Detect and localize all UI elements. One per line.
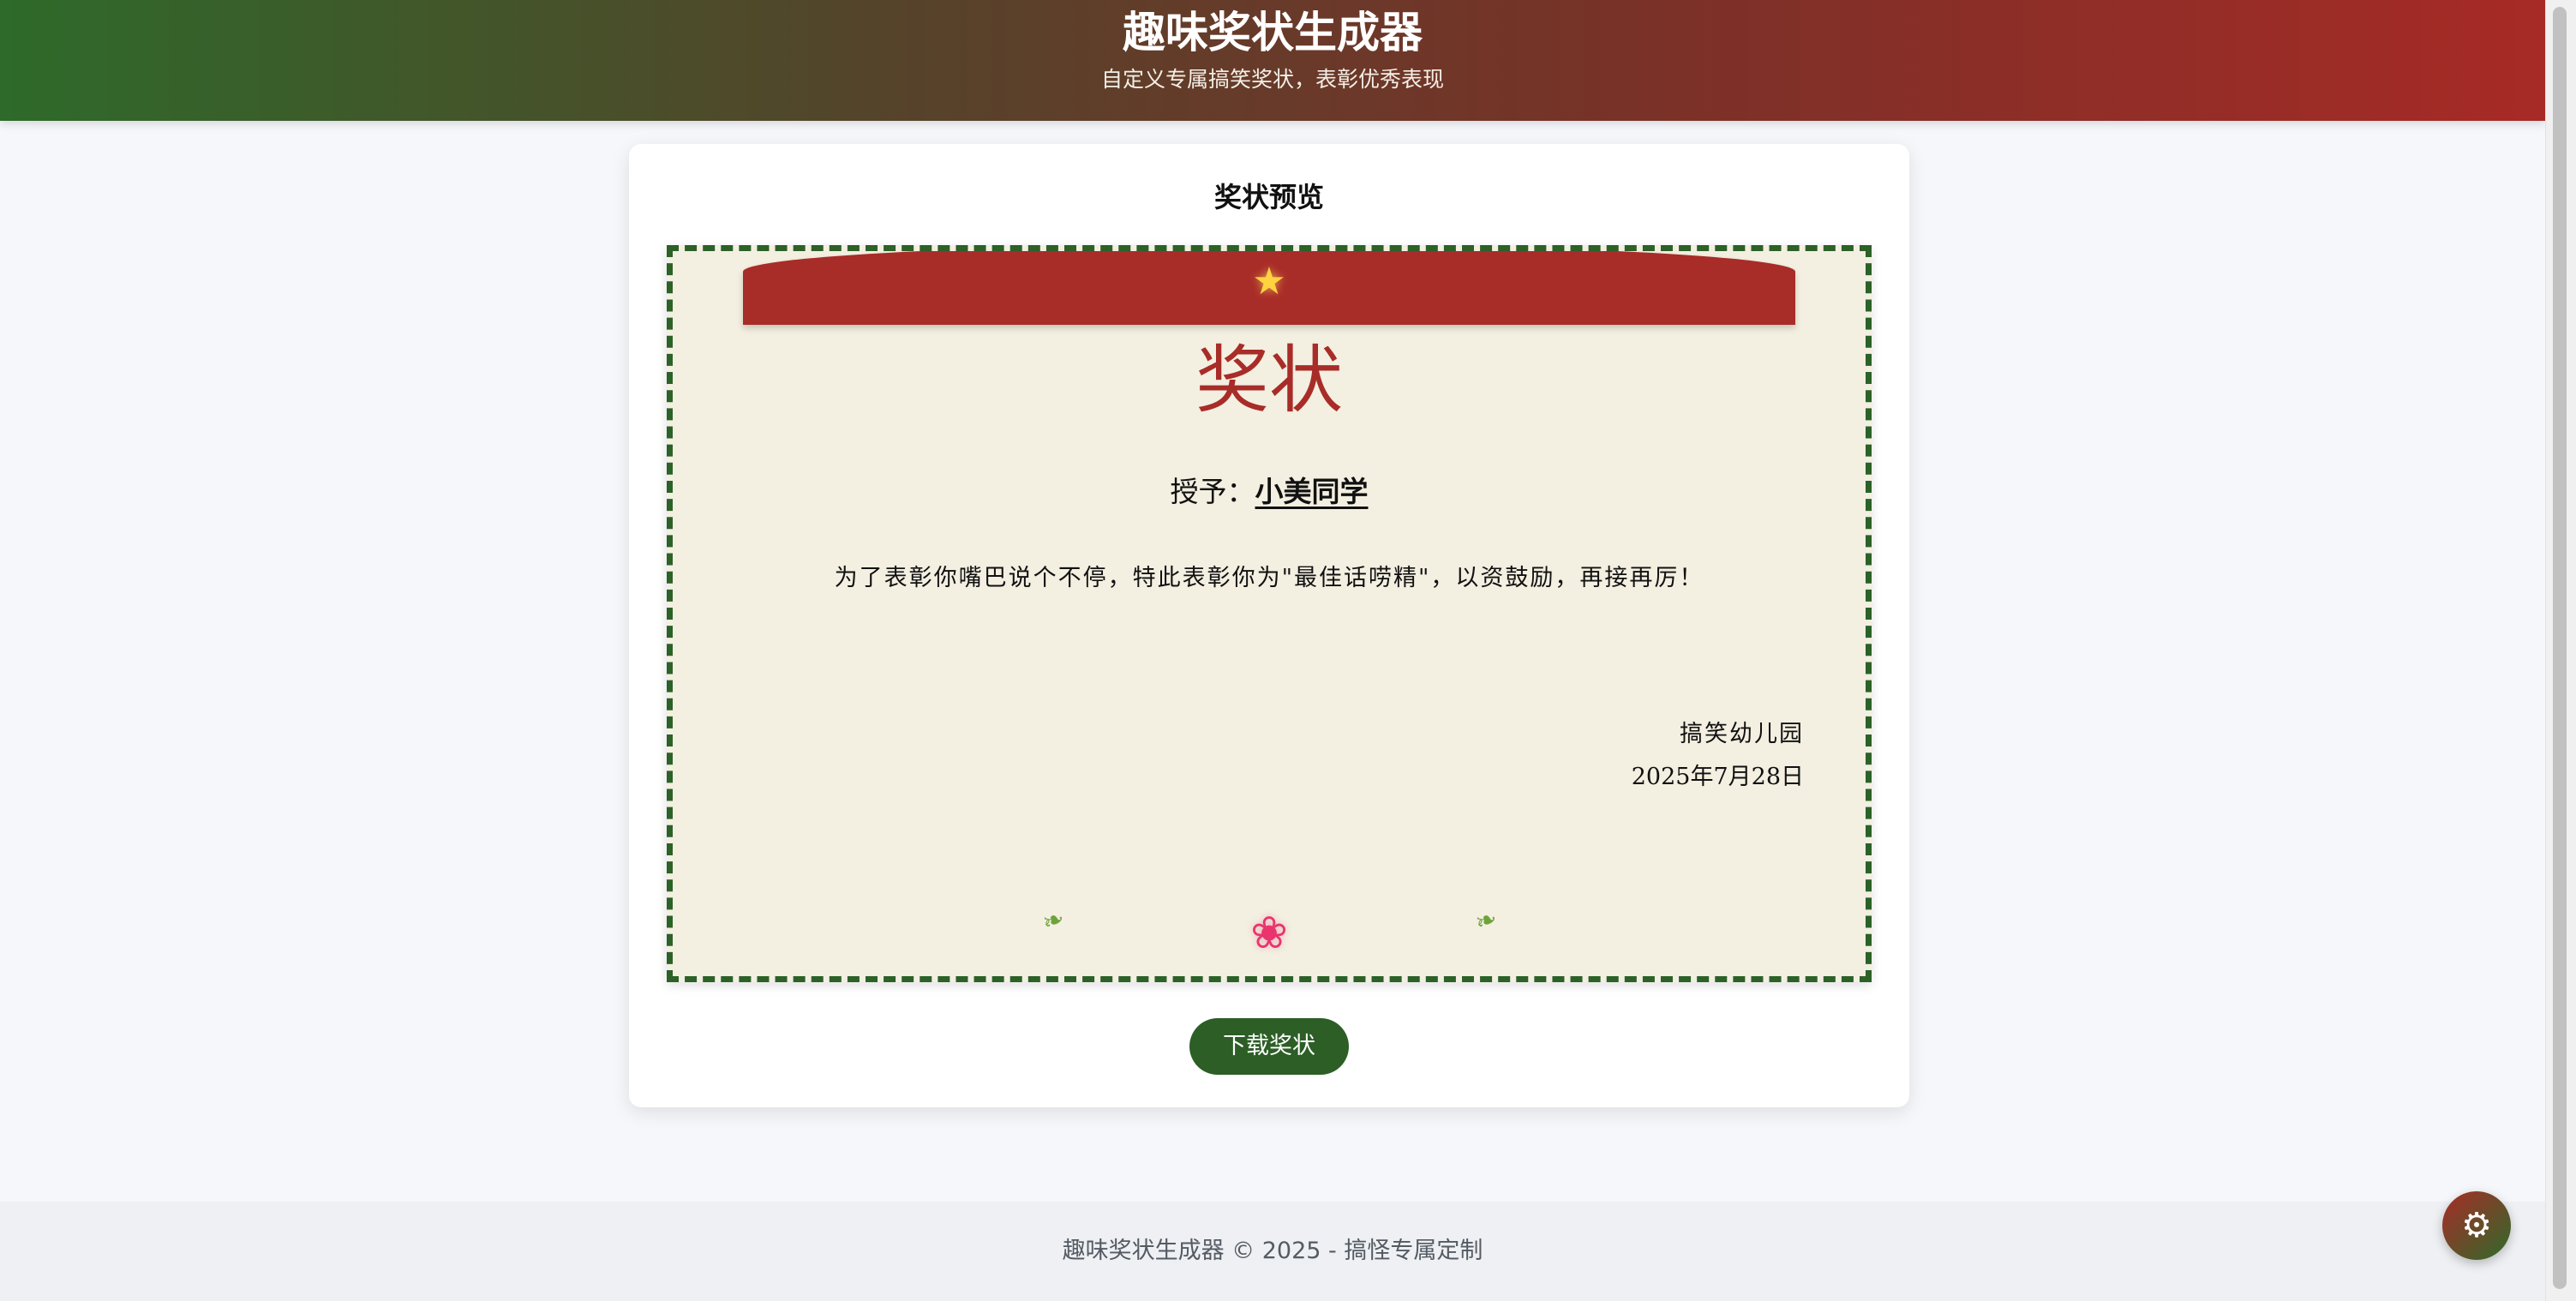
app-title: 趣味奖状生成器 xyxy=(1123,8,1423,57)
download-button[interactable]: 下载奖状 xyxy=(1189,1018,1349,1075)
certificate-heading: 奖状 xyxy=(1195,338,1343,423)
preview-card: 奖状预览 ★ 奖状 授予：小美同学 为了表彰你嘴巴说个不停，特此表彰你为"最佳话… xyxy=(629,144,1909,1107)
settings-button[interactable]: ⚙ xyxy=(2442,1191,2511,1260)
certificate-date: 2025年7月28日 xyxy=(1631,764,1804,790)
certificate-banner: ★ xyxy=(743,251,1795,325)
scrollbar-thumb[interactable] xyxy=(2553,7,2567,1289)
star-icon: ★ xyxy=(1252,260,1286,303)
flower-icon: ❀ xyxy=(1250,908,1288,959)
recipient-name: 小美同学 xyxy=(1255,475,1369,508)
preview-title: 奖状预览 xyxy=(1213,181,1324,213)
certificate: ★ 奖状 授予：小美同学 为了表彰你嘴巴说个不停，特此表彰你为"最佳话唠精"，以… xyxy=(667,245,1872,982)
certificate-issuer: 搞笑幼儿园 xyxy=(1680,721,1804,747)
certificate-body: 为了表彰你嘴巴说个不停，特此表彰你为"最佳话唠精"，以资鼓励，再接再厉！ xyxy=(834,565,1704,591)
recipient-prefix: 授予： xyxy=(1170,475,1255,508)
gear-icon: ⚙ xyxy=(2461,1206,2492,1245)
recipient-line: 授予：小美同学 xyxy=(673,472,1866,512)
app-footer: 趣味奖状生成器 © 2025 - 搞怪专属定制 xyxy=(0,1202,2545,1301)
app-header: 趣味奖状生成器 自定义专属搞笑奖状，表彰优秀表现 xyxy=(0,0,2545,121)
app-subtitle: 自定义专属搞笑奖状，表彰优秀表现 xyxy=(1100,67,1444,92)
footer-text: 趣味奖状生成器 © 2025 - 搞怪专属定制 xyxy=(1062,1238,1483,1264)
